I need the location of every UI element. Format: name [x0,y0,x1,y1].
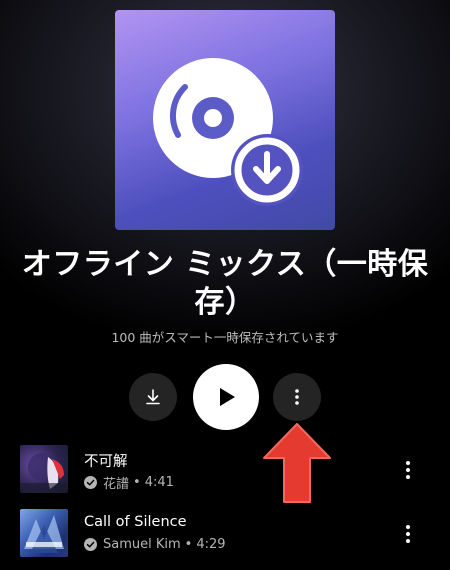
track-more-button[interactable] [396,458,420,482]
download-button[interactable] [129,373,177,421]
track-row[interactable]: 不可解 花譜 • 4:41 [0,440,450,500]
track-more-button[interactable] [396,522,420,546]
track-title: Call of Silence [84,514,187,530]
track-row[interactable]: Call of Silence Samuel Kim • 4:29 [0,504,450,564]
track-title: 不可解 [84,454,128,470]
more-vert-icon [406,461,410,479]
downloaded-check-icon [84,476,97,489]
track-artist: 花譜 [103,477,130,492]
disc-download-icon [153,58,303,206]
track-artist: Samuel Kim [103,537,181,552]
meta-separator: • [184,537,193,552]
play-button[interactable] [193,364,259,430]
more-vert-icon [295,389,299,405]
download-icon [146,389,160,405]
track-thumbnail [20,445,68,493]
more-options-button[interactable] [273,373,321,421]
playlist-cover [115,10,335,230]
more-vert-icon [406,525,410,543]
track-duration: 4:29 [196,537,226,552]
track-meta: Samuel Kim • 4:29 [84,537,226,552]
track-thumbnail [20,509,68,557]
track-duration: 4:41 [144,475,174,490]
play-icon [220,388,235,406]
track-meta: 花譜 • 4:41 [84,473,174,492]
downloaded-check-icon [84,538,97,551]
playlist-subtitle: 100 曲がスマート一時保存されています [111,330,339,345]
playlist-title: オフライン ミックス（一時保存） [21,247,429,320]
meta-separator: • [133,475,141,490]
